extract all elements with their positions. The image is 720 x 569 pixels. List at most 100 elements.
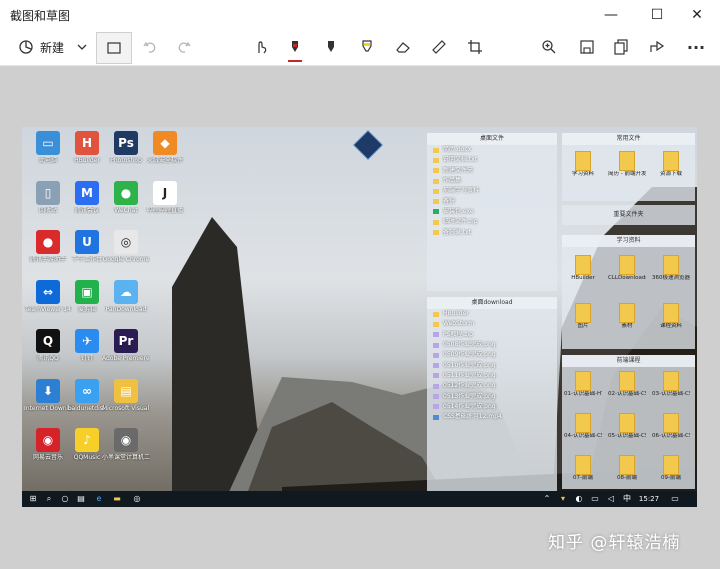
edge-icon[interactable]: e xyxy=(94,494,104,504)
volume-icon[interactable]: ◁ xyxy=(606,494,616,504)
desktop-icon-label: Adobe Premiere Pro xyxy=(102,355,150,362)
notification-icon[interactable]: ▭ xyxy=(670,494,680,504)
tray-app-icon[interactable]: ◐ xyxy=(574,494,584,504)
file-list-item[interactable]: 0508作业完成.png xyxy=(427,340,557,350)
redo-icon xyxy=(178,41,191,53)
desktop-icon[interactable]: ▤Microsoft Visual C++ 2... xyxy=(102,378,150,412)
file-list-item[interactable]: 简历.docx xyxy=(427,145,557,155)
image-file-icon xyxy=(433,373,439,379)
pencil-button[interactable] xyxy=(318,32,344,62)
folder-item[interactable]: 简历 - 前端开发 xyxy=(608,151,646,178)
undo-button[interactable] xyxy=(138,32,162,62)
file-list-item[interactable]: WebStorm xyxy=(427,319,557,329)
ime-icon[interactable]: 中 xyxy=(622,494,632,504)
file-name: 备份 xyxy=(443,197,456,205)
search-icon[interactable]: ⌕ xyxy=(44,494,54,504)
desktop-icon[interactable]: J 哔哩哔哩直播 xyxy=(141,180,189,214)
file-list-item[interactable]: 临时文件.zip xyxy=(427,217,557,227)
fence-title: 重要文件夹 xyxy=(613,211,644,218)
folder-item[interactable]: 01-认识基础-HTML xyxy=(564,371,602,398)
taskbar-app-icon[interactable]: ▤ xyxy=(76,494,86,504)
app-icon: ◉ xyxy=(36,428,60,452)
chrome-taskbar-icon[interactable]: ◎ xyxy=(132,494,142,504)
folder-item[interactable]: 课程资料 xyxy=(652,303,690,330)
desktop-icon[interactable]: ☁ PanDownload xyxy=(102,279,150,313)
folder-item[interactable]: 03-认识基础-CSS一 xyxy=(652,371,690,398)
windows-start-icon[interactable]: ⊞ xyxy=(28,494,38,504)
fence-collapsed[interactable]: 重要文件夹 xyxy=(562,205,695,225)
folder-item[interactable]: HBuilder xyxy=(564,255,602,282)
minimize-button[interactable]: — xyxy=(588,0,634,30)
ballpoint-pen-button[interactable] xyxy=(282,32,308,62)
file-list-item[interactable]: 安装包.exe xyxy=(427,207,557,217)
eraser-button[interactable] xyxy=(390,32,416,62)
file-list-item[interactable]: 备份 xyxy=(427,196,557,206)
folder-item[interactable]: 图片 xyxy=(564,303,602,330)
touch-writing-button[interactable] xyxy=(248,32,274,62)
tray-app-icon[interactable]: ▾ xyxy=(558,494,568,504)
folder-item[interactable]: 08-前端 xyxy=(608,455,646,482)
file-explorer-icon[interactable]: ▬ xyxy=(112,494,122,504)
network-icon[interactable]: ▭ xyxy=(590,494,600,504)
close-button[interactable]: ✕ xyxy=(674,0,720,30)
file-list-item[interactable]: 0513作业完成.png xyxy=(427,391,557,401)
file-list-item[interactable]: CSS基础练习12.mp4 xyxy=(427,412,557,422)
image-file-icon xyxy=(433,394,439,400)
redo-button[interactable] xyxy=(172,32,196,62)
file-list-item[interactable]: 备忘录.txt xyxy=(427,227,557,237)
folder-item[interactable]: 04-认识基础-CSS二 xyxy=(564,413,602,440)
file-name: 前端学习资料 xyxy=(443,187,480,195)
file-list-item[interactable]: 新建文件夹 xyxy=(427,166,557,176)
folder-item[interactable]: 360极速浏览器下载 xyxy=(652,255,690,282)
fence-title: 学习资料 xyxy=(562,235,695,247)
file-list-item[interactable]: 作品集 xyxy=(427,176,557,186)
app-icon: ▤ xyxy=(114,378,138,403)
zoom-button[interactable] xyxy=(536,32,562,62)
task-view-icon[interactable]: ○ xyxy=(60,494,70,504)
folder-item[interactable]: CLLDownloads xyxy=(608,255,646,282)
folder-item[interactable]: 素材 xyxy=(608,303,646,330)
new-snip-button[interactable]: 新建 xyxy=(10,32,72,62)
folder-item[interactable]: 09-前端 xyxy=(652,455,690,482)
copy-button[interactable] xyxy=(608,32,634,62)
folder-item[interactable]: 02-认识基础-CSS一 xyxy=(608,371,646,398)
save-button[interactable] xyxy=(574,32,600,62)
more-button[interactable]: ··· xyxy=(682,32,710,62)
folder-icon xyxy=(433,219,439,225)
file-list-item[interactable]: 0509作业完成.png xyxy=(427,350,557,360)
app-icon: J xyxy=(153,180,177,205)
folder-item[interactable]: 06-认识基础-CSS实例 xyxy=(652,413,690,440)
crop-button[interactable] xyxy=(462,32,488,62)
file-list-item[interactable]: 0511作业完成.png xyxy=(427,371,557,381)
folder-icon xyxy=(575,455,591,475)
clock[interactable]: 15:27 xyxy=(638,494,660,504)
file-list-item[interactable]: 说明文档.txt xyxy=(427,155,557,165)
file-list-item[interactable]: HBuilder xyxy=(427,309,557,319)
selected-tool-indicator xyxy=(288,60,302,62)
new-label: 新建 xyxy=(39,40,64,55)
folder-item[interactable]: 07-前端 xyxy=(564,455,602,482)
new-snip-dropdown[interactable] xyxy=(72,32,92,62)
folder-item[interactable]: 学习资料 xyxy=(564,151,602,178)
folder-icon xyxy=(575,303,591,323)
folder-item[interactable]: 资源下载 xyxy=(652,151,690,178)
ruler-button[interactable] xyxy=(426,32,452,62)
file-list-item[interactable]: 0510作业完成.png xyxy=(427,360,557,370)
folder-icon xyxy=(619,255,635,275)
folder-item[interactable]: 05-认识基础-CSS三 xyxy=(608,413,646,440)
file-name: 0511作业完成.png xyxy=(443,371,496,379)
folder-icon xyxy=(619,371,635,391)
file-list-item[interactable]: 前端学习资料 xyxy=(427,186,557,196)
file-list-item[interactable]: PS教程.zip xyxy=(427,330,557,340)
desktop-icon[interactable]: ◉ 小黑课堂计算机二级 xyxy=(102,428,150,461)
share-button[interactable] xyxy=(644,32,670,62)
file-list-item[interactable]: 0514作业完成.png xyxy=(427,402,557,412)
highlighter-button[interactable] xyxy=(354,32,380,62)
desktop-icon[interactable]: Pr Adobe Premiere Pro xyxy=(102,329,150,362)
file-name: 0513作业完成.png xyxy=(443,392,496,400)
tray-expand-icon[interactable]: ⌃ xyxy=(542,494,552,504)
desktop-icon[interactable]: ◆ 火绒安全软件 xyxy=(141,131,189,164)
desktop-icon[interactable]: ◎ Google Chrome xyxy=(102,230,150,263)
file-list-item[interactable]: 0512作业完成.png xyxy=(427,381,557,391)
open-file-button[interactable] xyxy=(96,32,132,64)
